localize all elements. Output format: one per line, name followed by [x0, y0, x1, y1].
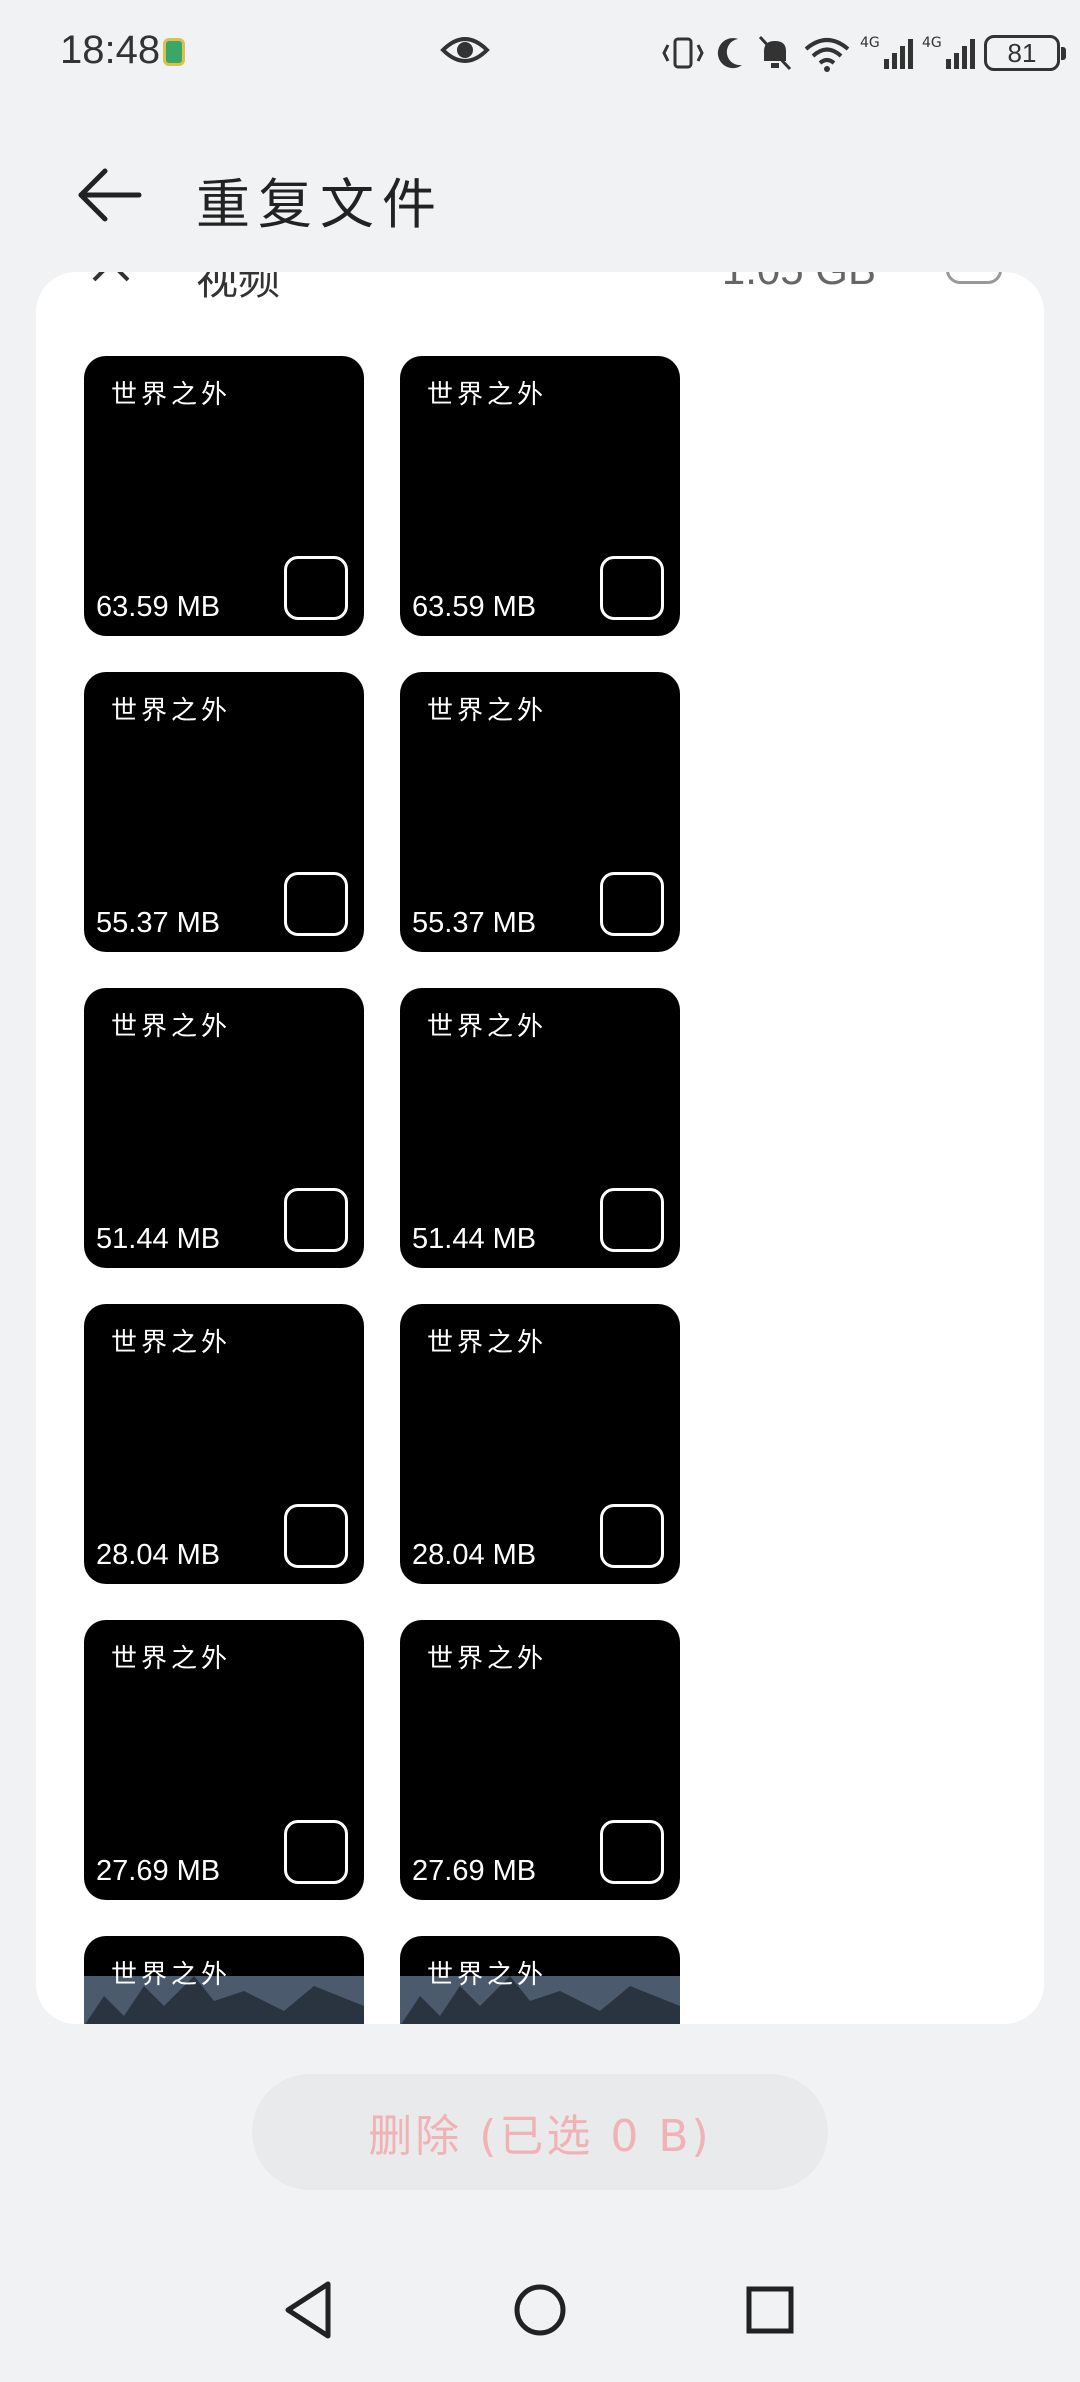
video-size: 51.44 MB [96, 1223, 221, 1255]
video-tile[interactable]: 世界之外 27.69 MB [84, 1620, 364, 1900]
group-size: 1.05 GB [722, 272, 876, 294]
status-bar: 18:48 4G 4G 81 [0, 0, 1080, 105]
video-tile[interactable]: 世界之外 51.44 MB [400, 988, 680, 1268]
video-size: 63.59 MB [412, 591, 537, 623]
nav-recents-icon[interactable] [730, 2270, 810, 2350]
video-title: 世界之外 [427, 1012, 548, 1042]
status-time: 18:48 [60, 28, 161, 72]
svg-text:4G: 4G [860, 35, 880, 51]
page-title: 重复文件 [196, 173, 444, 236]
back-arrow-icon[interactable] [75, 165, 145, 225]
nav-back-icon[interactable] [270, 2270, 350, 2350]
video-title: 世界之外 [111, 1960, 232, 1990]
select-checkbox[interactable] [600, 1820, 664, 1884]
group-header[interactable]: 视频 1.05 GB [36, 272, 1044, 312]
video-tile[interactable]: 世界之外 51.44 MB [84, 988, 364, 1268]
select-checkbox[interactable] [600, 872, 664, 936]
video-size: 55.37 MB [412, 907, 537, 939]
video-tile[interactable]: 世界之外 63.59 MB [84, 356, 364, 636]
select-checkbox[interactable] [600, 556, 664, 620]
video-title: 世界之外 [111, 1328, 232, 1358]
select-checkbox[interactable] [600, 1504, 664, 1568]
video-title: 世界之外 [427, 380, 548, 410]
video-title: 世界之外 [111, 380, 232, 410]
select-checkbox[interactable] [284, 1820, 348, 1884]
video-tile[interactable]: 世界之外 55.37 MB [84, 672, 364, 952]
signal-4g-icon: 4G [922, 35, 975, 69]
app-badge-icon [163, 38, 185, 66]
duplicate-files-card: 视频 1.05 GB 世界之外 63.59 MB 世界之外 63.59 MB 世… [36, 272, 1044, 2024]
video-tile[interactable]: 世界之外 28.04 MB [84, 1304, 364, 1584]
delete-button[interactable]: 删除 (已选 0 B) [252, 2074, 828, 2190]
select-checkbox[interactable] [600, 1188, 664, 1252]
video-title: 世界之外 [111, 1644, 232, 1674]
group-name: 视频 [196, 272, 281, 304]
video-tile[interactable]: 世界之外 [84, 1936, 364, 2024]
video-size: 28.04 MB [96, 1539, 221, 1571]
group-select-checkbox[interactable] [946, 272, 1002, 284]
vibrate-icon [662, 37, 704, 69]
signal-4g-icon: 4G [860, 35, 913, 69]
video-title: 世界之外 [111, 696, 232, 726]
battery-icon: 81 [984, 35, 1066, 71]
select-checkbox[interactable] [284, 1188, 348, 1252]
video-size: 55.37 MB [96, 907, 221, 939]
eye-icon [440, 37, 490, 63]
bell-off-icon [758, 35, 792, 71]
battery-level: 81 [1007, 37, 1037, 68]
system-nav-bar [0, 2270, 1080, 2382]
video-tile[interactable]: 世界之外 [400, 1936, 680, 2024]
video-size: 27.69 MB [412, 1855, 537, 1887]
video-tile[interactable]: 世界之外 63.59 MB [400, 356, 680, 636]
video-title: 世界之外 [427, 1960, 548, 1990]
video-tile[interactable]: 世界之外 27.69 MB [400, 1620, 680, 1900]
video-size: 28.04 MB [412, 1539, 537, 1571]
chevron-up-icon[interactable] [86, 272, 136, 296]
top-app-bar: 重复文件 [0, 140, 1080, 240]
select-checkbox[interactable] [284, 872, 348, 936]
video-title: 世界之外 [427, 1328, 548, 1358]
video-title: 世界之外 [427, 696, 548, 726]
video-size: 27.69 MB [96, 1855, 221, 1887]
video-size: 51.44 MB [412, 1223, 537, 1255]
video-title: 世界之外 [111, 1012, 232, 1042]
select-checkbox[interactable] [284, 1504, 348, 1568]
video-title: 世界之外 [427, 1644, 548, 1674]
video-tile[interactable]: 世界之外 55.37 MB [400, 672, 680, 952]
nav-home-icon[interactable] [500, 2270, 580, 2350]
moon-icon [717, 38, 742, 69]
video-size: 63.59 MB [96, 591, 221, 623]
select-checkbox[interactable] [284, 556, 348, 620]
svg-text:4G: 4G [922, 35, 942, 51]
video-tile[interactable]: 世界之外 28.04 MB [400, 1304, 680, 1584]
wifi-icon [804, 38, 850, 72]
delete-button-label: 删除 (已选 0 B) [368, 2111, 712, 2162]
